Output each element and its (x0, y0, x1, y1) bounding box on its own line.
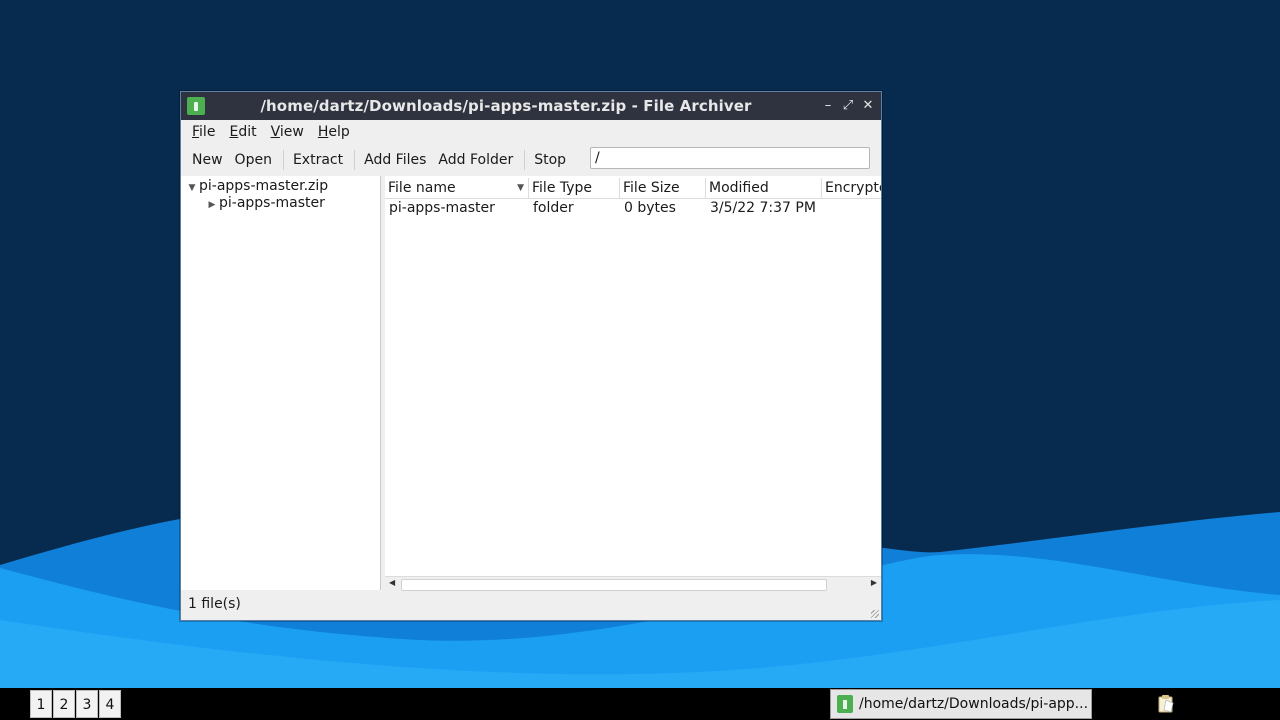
menu-edit-label: dit (238, 123, 257, 140)
menu-view-label: iew (279, 123, 304, 140)
path-input[interactable] (590, 147, 870, 169)
taskbar-window-label: /home/dartz/Downloads/pi-app... (859, 696, 1089, 712)
scroll-right-icon[interactable]: ▶ (871, 578, 877, 587)
workspace-2-button[interactable]: 2 (53, 690, 75, 718)
tree-item-root[interactable]: ▼ pi-apps-master.zip (185, 178, 329, 194)
window-titlebar[interactable]: /home/dartz/Downloads/pi-apps-master.zip… (181, 92, 881, 120)
status-text: 1 file(s) (188, 596, 241, 612)
statusbar: 1 file(s) (181, 590, 881, 620)
extract-button[interactable]: Extract (288, 148, 348, 172)
toolbar-separator (354, 149, 356, 170)
add-files-button[interactable]: Add Files (359, 148, 431, 172)
menu-file-mnemonic: F (192, 123, 200, 140)
taskbar: 1 2 3 4 /home/dartz/Downloads/pi-app... (0, 688, 1280, 720)
cell-file-type: folder (533, 200, 574, 216)
sort-arrow-icon: ▼ (517, 183, 524, 193)
cell-file-name: pi-apps-master (389, 200, 495, 216)
close-button[interactable]: ✕ (859, 97, 877, 115)
expand-arrow-icon[interactable]: ▼ (185, 183, 199, 193)
menu-help[interactable]: Help (313, 124, 355, 140)
column-header-file-size[interactable]: File Size (620, 178, 706, 198)
menu-view-mnemonic: V (270, 123, 280, 140)
menu-file-label: ile (199, 123, 216, 140)
clipboard-icon[interactable] (1157, 694, 1175, 714)
taskbar-window-button[interactable]: /home/dartz/Downloads/pi-app... (830, 689, 1092, 719)
cell-modified: 3/5/22 7:37 PM (710, 200, 816, 216)
column-header-encrypted[interactable]: Encrypte (822, 178, 881, 198)
resize-grip-icon[interactable] (871, 610, 879, 618)
collapse-arrow-icon[interactable]: ▶ (205, 200, 219, 210)
stop-button[interactable]: Stop (529, 148, 571, 172)
menu-edit[interactable]: Edit (224, 124, 261, 140)
open-button[interactable]: Open (230, 148, 277, 172)
tree-item-label: pi-apps-master.zip (199, 178, 329, 194)
menu-help-label: elp (328, 123, 350, 140)
tree-item-child[interactable]: ▶ pi-apps-master (205, 195, 325, 211)
menu-view[interactable]: View (266, 124, 309, 140)
cell-encrypted (822, 198, 826, 218)
menu-edit-mnemonic: E (229, 123, 239, 140)
maximize-button[interactable]: ⤢ (839, 97, 857, 115)
workspace-3-button[interactable]: 3 (76, 690, 98, 718)
archive-app-icon (837, 695, 853, 713)
new-button[interactable]: New (187, 148, 228, 172)
tree-item-label: pi-apps-master (219, 195, 325, 211)
toolbar-separator (282, 149, 284, 170)
menu-help-mnemonic: H (317, 123, 329, 140)
file-list[interactable]: File name ▼ File Type File Size Modified… (385, 176, 881, 590)
window-title: /home/dartz/Downloads/pi-apps-master.zip… (260, 97, 752, 115)
workspace-1-button[interactable]: 1 (30, 690, 52, 718)
column-header-file-name[interactable]: File name ▼ (385, 178, 529, 198)
folder-tree[interactable]: ▼ pi-apps-master.zip ▶ pi-apps-master (181, 176, 381, 590)
minimize-button[interactable]: – (819, 97, 837, 115)
horizontal-scrollbar[interactable]: ◀ ▶ (385, 576, 881, 591)
menu-file[interactable]: File (187, 124, 220, 140)
file-archiver-window[interactable]: /home/dartz/Downloads/pi-apps-master.zip… (180, 91, 882, 621)
table-row[interactable]: pi-apps-master folder 0 bytes 3/5/22 7:3… (385, 198, 881, 218)
add-folder-button[interactable]: Add Folder (433, 148, 518, 172)
file-list-header: File name ▼ File Type File Size Modified… (385, 178, 881, 199)
main-content: ▼ pi-apps-master.zip ▶ pi-apps-master File… (181, 176, 881, 591)
column-header-modified[interactable]: Modified (706, 178, 822, 198)
column-header-file-type[interactable]: File Type (529, 178, 620, 198)
menubar: File Edit View Help (181, 120, 881, 143)
scroll-left-icon[interactable]: ◀ (389, 578, 395, 587)
toolbar: New Open Extract Add Files Add Folder St… (181, 143, 881, 176)
column-header-label: File name (388, 180, 456, 196)
archive-app-icon (187, 97, 205, 115)
workspace-4-button[interactable]: 4 (99, 690, 121, 718)
cell-file-size: 0 bytes (624, 200, 676, 216)
toolbar-separator (524, 149, 526, 170)
